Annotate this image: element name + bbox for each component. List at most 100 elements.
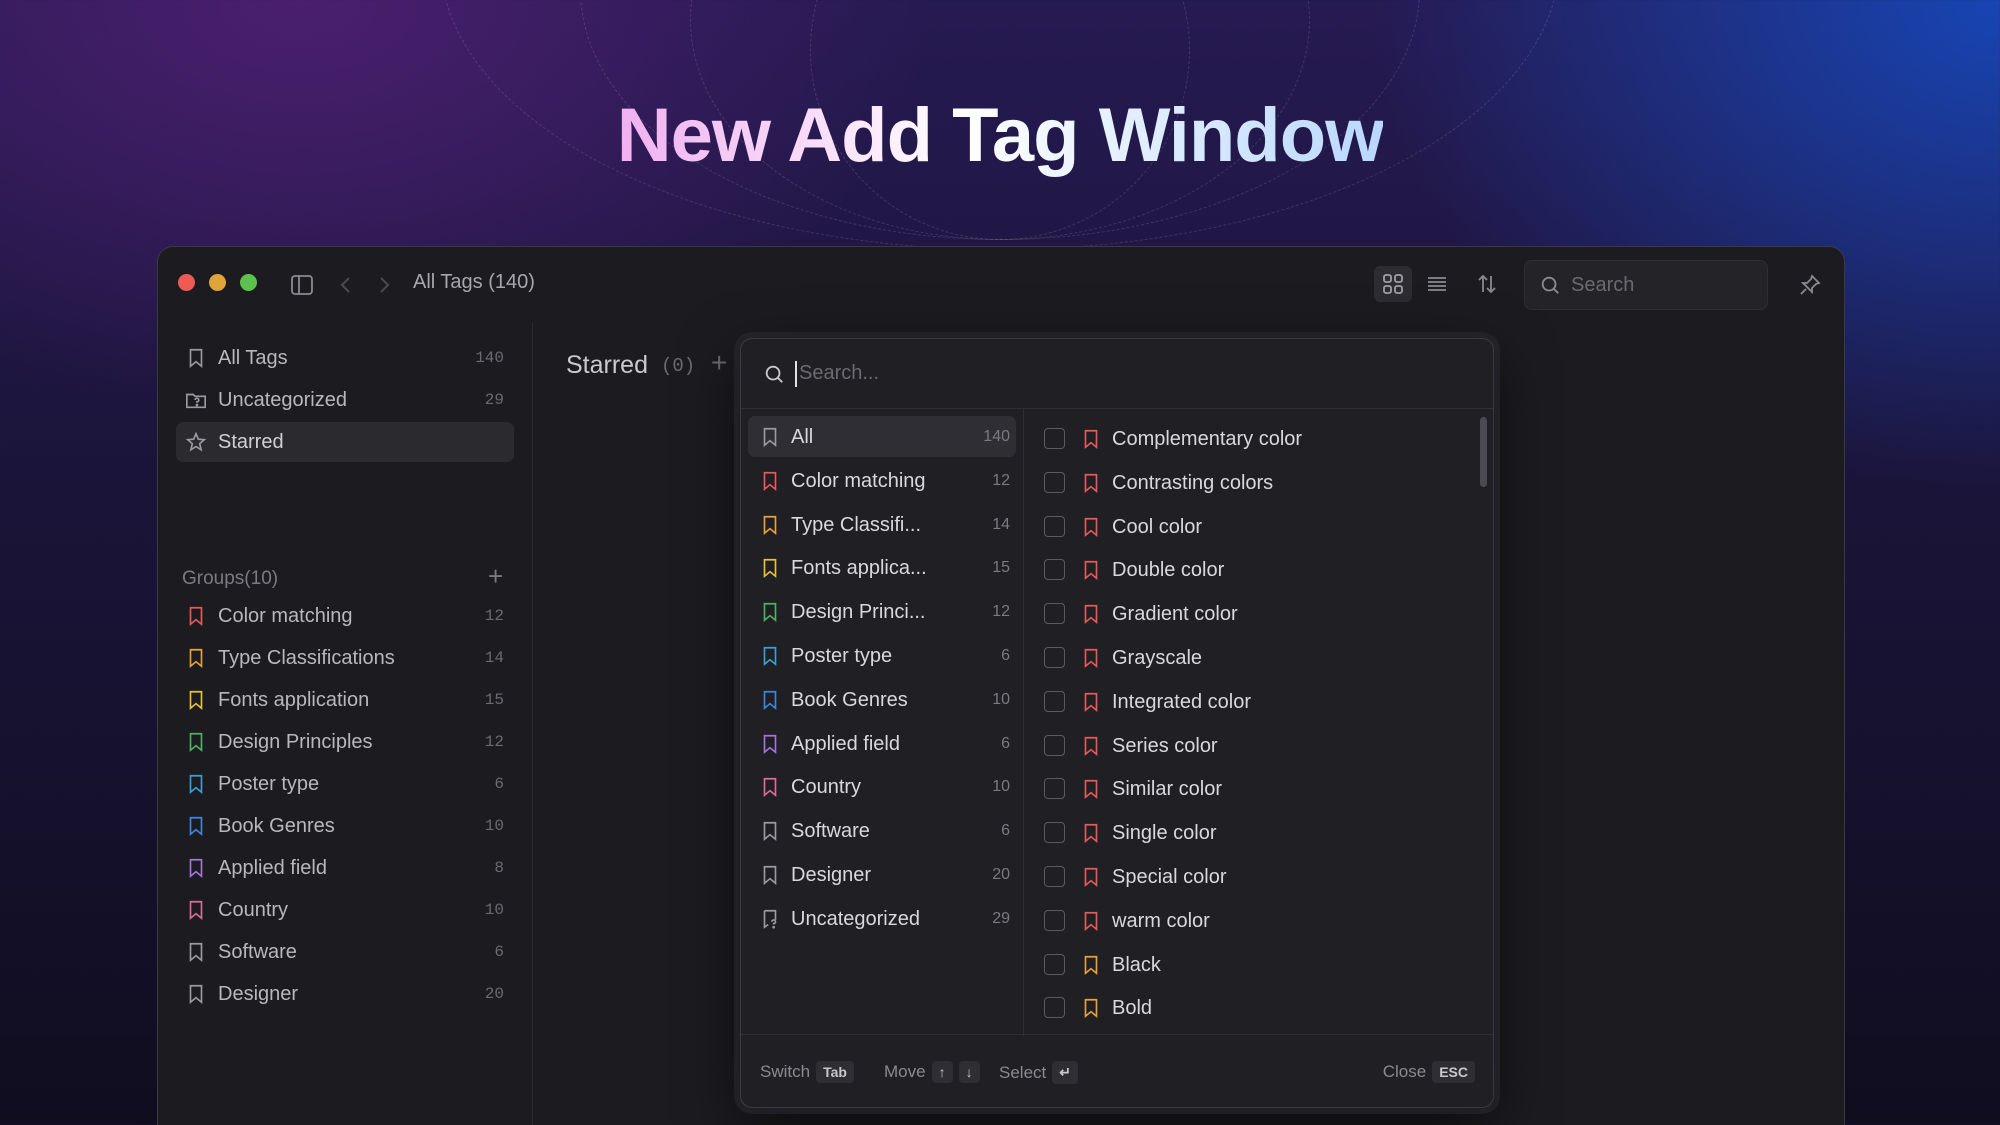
sidebar-group-item[interactable]: Type Classifications 14 xyxy=(176,638,514,678)
sidebar-group-item[interactable]: Poster type 6 xyxy=(176,764,514,804)
select-hint-label: Select xyxy=(999,1062,1047,1082)
tag-checkbox[interactable] xyxy=(1044,690,1065,712)
category-count: 6 xyxy=(1001,734,1010,752)
sidebar-group-item[interactable]: Color matching 12 xyxy=(176,596,514,636)
forward-chevron-icon[interactable] xyxy=(372,273,396,297)
sidebar-group-item[interactable]: Software 6 xyxy=(176,932,514,972)
category-item[interactable]: Design Princi... 12 xyxy=(748,591,1016,632)
sidebar-item-starred[interactable]: Starred xyxy=(176,422,514,462)
tag-item[interactable]: Special color xyxy=(1024,855,1493,899)
tag-item[interactable]: warm color xyxy=(1024,899,1493,943)
tag-checkbox[interactable] xyxy=(1044,471,1065,493)
zoom-window-button[interactable] xyxy=(240,274,257,291)
sidebar-group-item[interactable]: Book Genres 10 xyxy=(176,806,514,846)
back-chevron-icon[interactable] xyxy=(334,273,358,297)
tag-item[interactable]: Single color xyxy=(1024,811,1493,855)
category-item[interactable]: Book Genres 10 xyxy=(748,679,1016,720)
bookmark-icon xyxy=(189,858,203,879)
tag-checkbox[interactable] xyxy=(1044,647,1065,668)
sort-button[interactable] xyxy=(1468,266,1506,302)
tag-checkbox[interactable] xyxy=(1044,734,1065,756)
popup-search[interactable] xyxy=(741,339,1493,409)
tag-checkbox[interactable] xyxy=(1044,909,1065,931)
tag-checkbox[interactable] xyxy=(1044,515,1065,537)
bookmark-icon xyxy=(1084,955,1098,975)
sort-arrows-icon xyxy=(1478,274,1496,294)
tag-item[interactable]: Black xyxy=(1024,943,1493,987)
switch-hint: Switch Tab xyxy=(760,1061,854,1083)
tag-label: Similar color xyxy=(1112,778,1223,801)
window-title: All Tags (140) xyxy=(413,271,535,293)
category-item[interactable]: Software 6 xyxy=(748,810,1016,851)
sidebar-group-item[interactable]: Designer 20 xyxy=(176,974,514,1014)
bookmark-icon xyxy=(1084,517,1098,537)
tag-checkbox[interactable] xyxy=(1044,822,1065,844)
add-group-button[interactable]: + xyxy=(488,563,503,589)
tag-label: Integrated color xyxy=(1112,690,1251,713)
close-hint[interactable]: Close ESC xyxy=(1383,1061,1475,1083)
folder-question-icon xyxy=(186,393,206,409)
tag-list-scrollbar[interactable] xyxy=(1480,417,1487,487)
tag-item[interactable]: Gradient color xyxy=(1024,592,1493,636)
category-item[interactable]: Country 10 xyxy=(748,766,1016,807)
sidebar-group-label: Type Classifications xyxy=(218,646,395,669)
sidebar-item-all-tags[interactable]: All Tags 140 xyxy=(176,338,514,378)
tag-checkbox[interactable] xyxy=(1044,559,1065,581)
category-count: 15 xyxy=(992,559,1010,577)
category-item[interactable]: Uncategorized 29 xyxy=(748,898,1016,939)
grid-view-button[interactable] xyxy=(1374,266,1412,302)
toolbar-search[interactable] xyxy=(1524,260,1768,310)
category-item[interactable]: Applied field 6 xyxy=(748,723,1016,764)
tag-item[interactable]: Series color xyxy=(1024,724,1493,768)
minimize-window-button[interactable] xyxy=(209,274,226,291)
sidebar-group-item[interactable]: Country 10 xyxy=(176,890,514,930)
bookmark-icon xyxy=(1084,867,1098,888)
tag-item[interactable]: Similar color xyxy=(1024,767,1493,811)
tag-checkbox[interactable] xyxy=(1044,428,1065,449)
tag-checkbox[interactable] xyxy=(1044,997,1065,1019)
list-view-button[interactable] xyxy=(1418,266,1456,302)
tag-checkbox[interactable] xyxy=(1044,603,1065,625)
category-item[interactable]: Color matching 12 xyxy=(748,460,1016,501)
category-item[interactable]: Type Classifi... 14 xyxy=(748,504,1016,545)
tag-item[interactable]: Complementary color xyxy=(1024,417,1493,461)
tag-item[interactable]: Grayscale xyxy=(1024,636,1493,680)
tag-item[interactable]: Contrasting colors xyxy=(1024,461,1493,505)
category-item[interactable]: Designer 20 xyxy=(748,854,1016,895)
headline: New Add Tag Window xyxy=(616,93,1385,178)
category-item[interactable]: All 140 xyxy=(748,416,1016,457)
category-count: 6 xyxy=(1001,647,1010,664)
sidebar-group-count: 10 xyxy=(484,901,504,919)
pin-icon[interactable] xyxy=(1798,273,1822,297)
sidebar-item-label: All Tags xyxy=(218,346,288,369)
tag-checkbox[interactable] xyxy=(1044,953,1065,975)
tag-checkbox[interactable] xyxy=(1044,778,1065,800)
category-item[interactable]: Poster type 6 xyxy=(748,635,1016,676)
bookmark-icon xyxy=(763,471,777,491)
bookmark-icon xyxy=(1084,999,1098,1019)
tag-item[interactable]: Bold xyxy=(1024,986,1493,1030)
popup-search-input[interactable] xyxy=(795,360,1395,387)
sidebar-group-item[interactable]: Design Principles 12 xyxy=(176,722,514,762)
bookmark-icon xyxy=(763,822,777,842)
close-window-button[interactable] xyxy=(178,274,195,291)
toolbar-search-input[interactable] xyxy=(1571,273,1741,297)
category-count: 14 xyxy=(992,515,1010,533)
sidebar-group-item[interactable]: Applied field 8 xyxy=(176,848,514,888)
search-icon xyxy=(765,365,783,383)
tag-checkbox[interactable] xyxy=(1044,866,1065,887)
tag-list: Complementary color Contrasting colors Coo… xyxy=(1024,409,1493,1036)
tag-label: Cool color xyxy=(1112,515,1203,538)
sidebar-group-item[interactable]: Fonts application 15 xyxy=(176,680,514,720)
sidebar-toggle-icon[interactable] xyxy=(290,273,314,297)
add-starred-button[interactable]: + xyxy=(711,347,727,379)
tag-item[interactable]: Cool color xyxy=(1024,505,1493,549)
tag-item[interactable]: Double color xyxy=(1024,548,1493,592)
category-item[interactable]: Fonts applica... 15 xyxy=(748,547,1016,588)
tag-label: Black xyxy=(1112,953,1161,976)
bookmark-icon xyxy=(1084,605,1098,625)
bookmark-icon xyxy=(189,690,203,711)
sidebar-group-label: Fonts application xyxy=(218,688,370,711)
tag-item[interactable]: Integrated color xyxy=(1024,680,1493,724)
sidebar-item-uncategorized[interactable]: Uncategorized 29 xyxy=(176,380,514,420)
